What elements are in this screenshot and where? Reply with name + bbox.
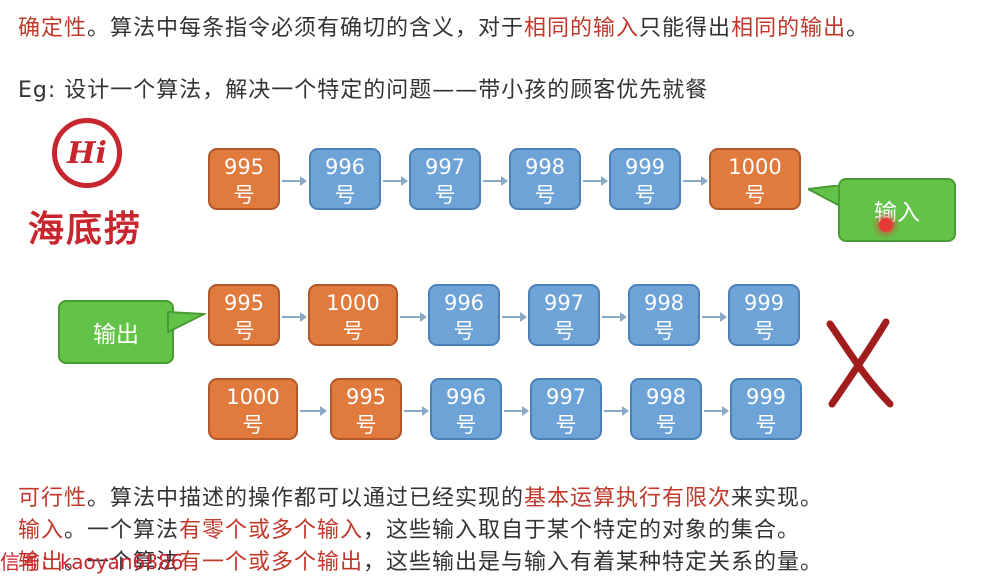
- ticket-unit: 号: [655, 412, 677, 437]
- ticket-number: 995: [223, 154, 265, 179]
- wrong-cross-icon: [826, 318, 894, 408]
- arrow-icon: [602, 312, 627, 322]
- arrow-icon: [504, 406, 529, 416]
- feasibility-line: 可行性。算法中描述的操作都可以通过已经实现的基本运算执行有限次来实现。: [18, 480, 823, 512]
- same-output-term: 相同的输出: [731, 16, 847, 41]
- ticket-number: 998: [643, 290, 685, 315]
- input-term: 输入: [18, 518, 65, 543]
- ticket-number: 995: [345, 384, 387, 409]
- ticket-box: 995 号: [208, 284, 280, 346]
- watermark: 信号：kaoyan6886: [0, 550, 184, 574]
- arrow-icon: [400, 312, 427, 322]
- ticket-unit: 号: [555, 412, 577, 437]
- ticket-box: 999 号: [730, 378, 802, 440]
- ticket-number: 998: [524, 154, 566, 179]
- ticket-number: 1000: [226, 384, 280, 409]
- ticket-box: 1000 号: [308, 284, 398, 346]
- determinism-text: 。算法中每条指令必须有确切的含义，对于: [87, 16, 525, 41]
- example-line: Eg: 设计一个算法，解决一个特定的问题——带小孩的顾客优先就餐: [18, 78, 709, 103]
- ticket-unit: 号: [334, 182, 356, 207]
- feasibility-term: 可行性: [18, 486, 88, 511]
- ticket-box: 998 号: [628, 284, 700, 346]
- determinism-line: 确定性。算法中每条指令必须有确切的含义，对于相同的输入只能得出相同的输出。: [18, 10, 869, 42]
- ticket-unit: 号: [233, 182, 255, 207]
- determinism-end: 。: [846, 16, 870, 41]
- arrow-icon: [300, 406, 327, 416]
- ticket-box: 1000 号: [208, 378, 298, 440]
- determinism-term: 确定性: [18, 16, 88, 41]
- arrow-icon: [583, 176, 608, 186]
- ticket-box: 997 号: [528, 284, 600, 346]
- ticket-box: 1000 号: [709, 148, 801, 210]
- ticket-number: 997: [543, 290, 585, 315]
- ticket-unit: 号: [233, 318, 255, 343]
- feasibility-end: 来实现。: [731, 486, 824, 511]
- ticket-number: 997: [424, 154, 466, 179]
- ticket-box: 998 号: [509, 148, 581, 210]
- feasibility-text: 。算法中描述的操作都可以通过已经实现的: [87, 486, 525, 511]
- ticket-unit: 号: [744, 182, 766, 207]
- ticket-unit: 号: [453, 318, 475, 343]
- ticket-number: 1000: [728, 154, 782, 179]
- ticket-number: 999: [745, 384, 787, 409]
- ticket-number: 997: [545, 384, 587, 409]
- ticket-number: 1000: [326, 290, 380, 315]
- input-line: 输入。一个算法有零个或多个输入，这些输入取自于某个特定的对象的集合。: [18, 512, 800, 544]
- ticket-unit: 号: [342, 318, 364, 343]
- output-callout: 输出: [58, 300, 174, 364]
- arrow-icon: [282, 176, 307, 186]
- one-or-more-outputs-term: 有一个或多个输出: [179, 550, 364, 575]
- ticket-number: 996: [324, 154, 366, 179]
- ticket-box: 997 号: [530, 378, 602, 440]
- ticket-box: 999 号: [728, 284, 800, 346]
- arrow-icon: [604, 406, 629, 416]
- arrow-icon: [702, 312, 727, 322]
- ticket-number: 999: [624, 154, 666, 179]
- pointer-cursor-icon: [879, 218, 893, 232]
- ticket-unit: 号: [653, 318, 675, 343]
- callout-pointer-icon: [167, 310, 206, 334]
- ticket-unit: 号: [434, 182, 456, 207]
- ticket-box: 995 号: [330, 378, 402, 440]
- arrow-icon: [704, 406, 729, 416]
- arrow-icon: [282, 312, 307, 322]
- ticket-unit: 号: [634, 182, 656, 207]
- zero-or-more-inputs-term: 有零个或多个输入: [179, 518, 364, 543]
- arrow-icon: [502, 312, 527, 322]
- ticket-number: 996: [443, 290, 485, 315]
- input-text: 。一个算法: [64, 518, 180, 543]
- ticket-box: 998 号: [630, 378, 702, 440]
- arrow-icon: [383, 176, 408, 186]
- ticket-unit: 号: [455, 412, 477, 437]
- arrow-icon: [683, 176, 708, 186]
- ticket-unit: 号: [355, 412, 377, 437]
- ticket-box: 997 号: [409, 148, 481, 210]
- ticket-box: 996 号: [309, 148, 381, 210]
- ticket-number: 996: [445, 384, 487, 409]
- determinism-text-2: 只能得出: [639, 16, 732, 41]
- logo-mark: Hi: [67, 135, 107, 171]
- ticket-unit: 号: [755, 412, 777, 437]
- same-input-term: 相同的输入: [524, 16, 640, 41]
- ticket-unit: 号: [534, 182, 556, 207]
- ticket-number: 999: [743, 290, 785, 315]
- ticket-number: 995: [223, 290, 265, 315]
- ticket-box: 996 号: [430, 378, 502, 440]
- ticket-unit: 号: [242, 412, 264, 437]
- input-callout: 输入: [838, 178, 956, 242]
- arrow-icon: [404, 406, 429, 416]
- ticket-unit: 号: [553, 318, 575, 343]
- input-end: ，这些输入取自于某个特定的对象的集合。: [363, 518, 801, 543]
- finite-operations-term: 基本运算执行有限次: [524, 486, 732, 511]
- ticket-number: 998: [645, 384, 687, 409]
- haidilao-logo-text: 海底捞: [28, 209, 143, 250]
- haidilao-logo-icon: Hi: [52, 118, 122, 188]
- output-end: ，这些输出是与输入有着某种特定关系的量。: [363, 550, 824, 575]
- ticket-box: 999 号: [609, 148, 681, 210]
- arrow-icon: [483, 176, 508, 186]
- ticket-box: 996 号: [428, 284, 500, 346]
- ticket-box: 995 号: [208, 148, 280, 210]
- ticket-unit: 号: [753, 318, 775, 343]
